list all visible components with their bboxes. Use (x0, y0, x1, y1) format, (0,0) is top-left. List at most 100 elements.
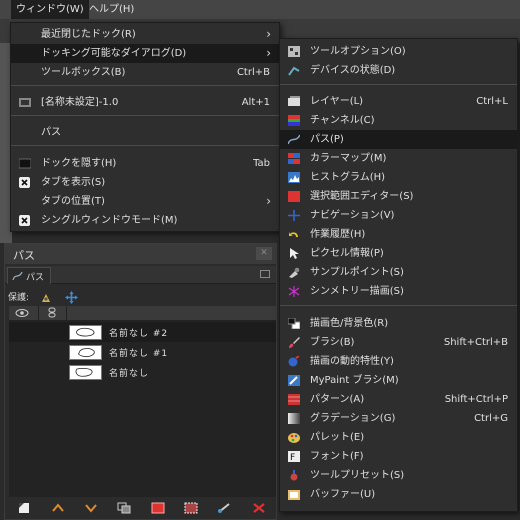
stroke-path-icon[interactable] (217, 502, 231, 514)
tab-menu-icon[interactable] (260, 270, 270, 278)
menu-item-dockable-dialogs[interactable]: ドッキング可能なダイアログ(D) › (11, 44, 279, 63)
undo-history-icon (289, 232, 298, 237)
chevron-right-icon: › (266, 194, 271, 208)
menu-item-layers[interactable]: レイヤー(L) Ctrl+L (280, 92, 517, 111)
menu-item-label: ツールオプション(O) (310, 46, 406, 57)
path-to-selection-icon[interactable] (151, 502, 165, 514)
menu-help[interactable]: ヘルプ(H) (84, 0, 139, 19)
menu-item-label: カラーマップ(M) (310, 153, 387, 164)
menu-item-label: パス (41, 127, 61, 138)
path-name[interactable]: 名前なし (109, 366, 149, 379)
svg-text:F: F (290, 453, 295, 462)
menu-item-label: [名称未設定]-1.0 (41, 97, 119, 108)
menu-item-navigation[interactable]: ナビゲーション(V) (280, 206, 517, 225)
menu-item-patterns[interactable]: パターン(A) Shift+Ctrl+P (280, 390, 517, 409)
menu-item-gradients[interactable]: グラデーション(G) Ctrl+G (280, 409, 517, 428)
lock-paint-icon[interactable] (40, 292, 52, 304)
menu-item-brushes[interactable]: ブラシ(B) Shift+Ctrl+B (280, 333, 517, 352)
eye-icon[interactable] (15, 308, 29, 318)
layers-icon (288, 96, 300, 106)
menu-item-show-tabs[interactable]: タブを表示(S) (11, 173, 279, 192)
menu-item-label: ナビゲーション(V) (310, 210, 395, 221)
device-status-icon (288, 66, 300, 76)
histogram-icon (288, 172, 300, 183)
delete-path-icon[interactable] (252, 502, 266, 514)
sample-point-icon (289, 267, 300, 278)
checkbox-checked-icon (19, 215, 30, 226)
menu-item-tool-presets[interactable]: ツールプリセット(S) (280, 466, 517, 485)
menu-item-undo-history[interactable]: 作業履歴(H) (280, 225, 517, 244)
menu-item-label: 描画の動的特性(Y) (310, 356, 394, 367)
menu-item-paths-dock[interactable]: パス (11, 123, 279, 142)
buffer-icon (288, 490, 300, 500)
menu-item-paths[interactable]: パス(P) (280, 130, 517, 149)
menu-item-label: グラデーション(G) (310, 413, 396, 424)
paths-icon (12, 271, 23, 281)
menu-item-toolbox[interactable]: ツールボックス(B) Ctrl+B (11, 63, 279, 82)
path-name[interactable]: 名前なし #1 (109, 346, 168, 359)
lock-position-icon[interactable] (65, 291, 78, 304)
raise-path-icon[interactable] (51, 502, 65, 514)
menu-item-recent-docks[interactable]: 最近閉じたドック(R) › (11, 25, 279, 44)
chevron-right-icon: › (266, 27, 271, 41)
chain-icon[interactable] (47, 307, 57, 319)
menu-item-tab-position[interactable]: タブの位置(T) › (11, 192, 279, 211)
pattern-icon (288, 394, 300, 405)
menu-item-histogram[interactable]: ヒストグラム(H) (280, 168, 517, 187)
menu-item-hide-docks[interactable]: ドックを隠す(H) Tab (11, 154, 279, 173)
colormap-icon (288, 153, 300, 164)
menu-item-label: シンメトリー描画(S) (310, 286, 404, 297)
menu-item-mypaint-brushes[interactable]: MyPaint ブラシ(M) (280, 371, 517, 390)
menu-item-label: 選択範囲エディター(S) (310, 191, 414, 202)
menu-item-device-status[interactable]: デバイスの状態(D) (280, 61, 517, 80)
path-row[interactable]: 名前なし #1 (9, 342, 276, 362)
menu-item-image-window[interactable]: [名称未設定]-1.0 Alt+1 (11, 93, 279, 112)
menu-item-label: レイヤー(L) (310, 96, 364, 107)
menu-item-accel: Tab (253, 158, 270, 169)
separator (11, 85, 279, 86)
menu-item-label: パス(P) (310, 134, 344, 145)
menu-item-buffers[interactable]: バッファー(U) (280, 485, 517, 504)
menu-item-selection-editor[interactable]: 選択範囲エディター(S) (280, 187, 517, 206)
menu-item-single-window-mode[interactable]: シングルウィンドウモード(M) (11, 211, 279, 230)
lower-path-icon[interactable] (84, 502, 98, 514)
menu-item-accel: Shift+Ctrl+B (443, 337, 508, 348)
menu-item-accel: Alt+1 (241, 97, 270, 108)
pointer-icon (290, 248, 299, 259)
menu-item-tool-options[interactable]: ツールオプション(O) (280, 42, 517, 61)
tab-paths[interactable]: パス (7, 267, 51, 284)
menu-item-label: パターン(A) (310, 394, 365, 405)
close-icon[interactable]: ✕ (256, 247, 272, 260)
menu-item-fg-bg-colors[interactable]: 描画色/背景色(R) (280, 314, 517, 333)
menu-item-colormap[interactable]: カラーマップ(M) (280, 149, 517, 168)
path-name[interactable]: 名前なし #2 (109, 326, 168, 339)
menu-item-symmetry-painting[interactable]: シンメトリー描画(S) (280, 282, 517, 301)
font-icon: F (288, 451, 300, 462)
menu-item-fonts[interactable]: F フォント(F) (280, 447, 517, 466)
path-thumbnail (69, 365, 102, 380)
checkbox-checked-icon (19, 177, 30, 188)
duplicate-path-icon[interactable] (117, 502, 131, 514)
new-path-icon[interactable] (17, 502, 31, 514)
menu-item-sample-points[interactable]: サンプルポイント(S) (280, 263, 517, 282)
menu-item-label: タブの位置(T) (41, 196, 105, 207)
menu-item-channels[interactable]: チャンネル(C) (280, 111, 517, 130)
dockable-dialogs-menu: ツールオプション(O) デバイスの状態(D) レイヤー(L) Ctrl+L チャ… (279, 38, 518, 512)
menu-item-label: デバイスの状態(D) (310, 65, 396, 76)
menu-window[interactable]: ウィンドウ(W) (11, 0, 89, 19)
menu-item-paint-dynamics[interactable]: 描画の動的特性(Y) (280, 352, 517, 371)
menu-item-pointer-info[interactable]: ピクセル情報(P) (280, 244, 517, 263)
path-row[interactable]: 名前なし (9, 362, 276, 382)
path-row[interactable]: 名前なし #2 (9, 322, 276, 342)
menu-item-label: ドッキング可能なダイアログ(D) (41, 48, 187, 59)
selection-editor-icon (288, 191, 300, 202)
dock-titlebar[interactable]: パス ✕ (5, 244, 276, 264)
lock-row: 保護: (5, 290, 276, 306)
image-icon (19, 98, 31, 107)
selection-to-path-icon[interactable] (184, 502, 198, 514)
menu-item-label: パレット(E) (310, 432, 365, 443)
dock-button-bar (5, 497, 276, 519)
separator (11, 145, 279, 146)
menu-item-palettes[interactable]: パレット(E) (280, 428, 517, 447)
tab-label: パス (26, 273, 45, 283)
